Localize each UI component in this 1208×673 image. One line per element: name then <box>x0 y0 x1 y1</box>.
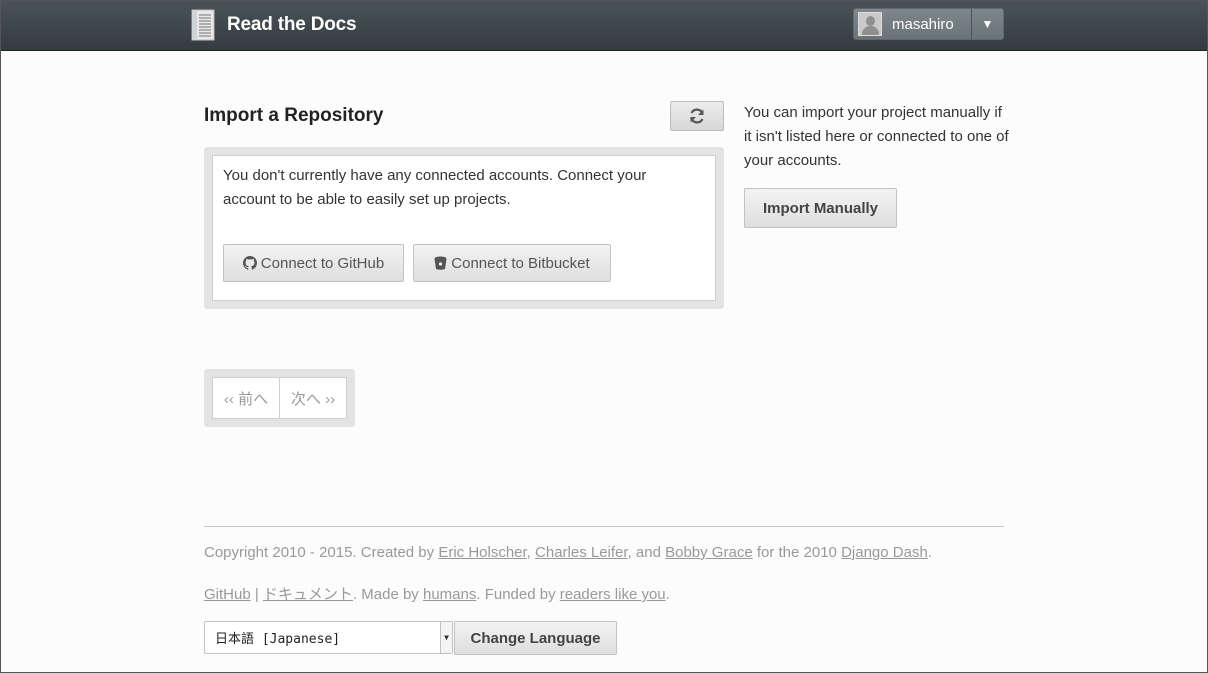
connect-github-button[interactable]: Connect to GitHub <box>223 244 404 282</box>
separator-text: | <box>250 586 263 603</box>
brand-name: Read the Docs <box>227 14 357 35</box>
github-icon <box>242 256 257 270</box>
username: masahiro <box>892 15 954 33</box>
connect-bitbucket-button[interactable]: Connect to Bitbucket <box>413 244 611 282</box>
period-text: . <box>665 586 670 603</box>
change-language-button[interactable]: Change Language <box>454 621 617 655</box>
connect-bitbucket-label: Connect to Bitbucket <box>451 254 590 272</box>
refresh-button[interactable] <box>670 101 724 131</box>
window-frame <box>0 0 1208 673</box>
author-link-charles[interactable]: Charles Leifer <box>535 544 628 561</box>
humans-link[interactable]: humans <box>423 586 476 603</box>
footer-links: GitHub | ドキュメント. Made by humans. Funded … <box>204 583 670 604</box>
page-title: Import a Repository <box>204 105 384 126</box>
bitbucket-icon <box>434 256 447 270</box>
github-link[interactable]: GitHub <box>204 586 251 603</box>
separator-text: , and <box>627 544 666 561</box>
language-selected-value: 日本語 [Japanese] <box>215 632 341 647</box>
django-dash-link[interactable]: Django Dash <box>841 544 928 561</box>
manual-import-help: You can import your project manually if … <box>744 104 1009 169</box>
language-select[interactable]: 日本語 [Japanese] ▼ <box>204 621 453 654</box>
user-menu-button[interactable]: masahiro <box>854 9 972 39</box>
pagination: ‹‹ 前へ 次へ ›› <box>212 377 347 419</box>
readers-link[interactable]: readers like you <box>560 586 666 603</box>
credits-text: for the 2010 <box>752 544 842 561</box>
user-menu[interactable]: masahiro ▼ <box>853 8 1004 40</box>
repository-panel: You don't currently have any connected a… <box>204 147 724 309</box>
copyright-text: Copyright 2010 - 2015. Created by <box>204 544 439 561</box>
pagination-prev[interactable]: ‹‹ 前へ <box>213 378 280 418</box>
no-accounts-message: You don't currently have any connected a… <box>223 167 647 208</box>
book-icon <box>191 9 215 41</box>
repository-box: You don't currently have any connected a… <box>212 155 716 301</box>
author-link-eric[interactable]: Eric Holscher <box>438 544 526 561</box>
site-logo-link[interactable]: Read the Docs <box>190 9 357 41</box>
chevron-down-icon: ▼ <box>440 622 452 653</box>
funded-by-text: . Funded by <box>476 586 560 603</box>
pagination-panel: ‹‹ 前へ 次へ ›› <box>204 369 355 427</box>
connect-github-label: Connect to GitHub <box>260 254 385 272</box>
author-link-bobby[interactable]: Bobby Grace <box>665 544 753 561</box>
footer-credits: Copyright 2010 - 2015. Created by Eric H… <box>204 544 932 561</box>
separator-text: , <box>526 544 536 561</box>
import-manually-button[interactable]: Import Manually <box>744 188 897 228</box>
period-text: . <box>927 544 932 561</box>
made-by-text: . Made by <box>352 586 423 603</box>
user-avatar-icon <box>858 12 882 36</box>
docs-link[interactable]: ドキュメント <box>263 586 353 603</box>
footer-divider <box>204 526 1004 527</box>
pagination-next[interactable]: 次へ ›› <box>280 378 346 418</box>
chevron-down-icon[interactable]: ▼ <box>972 9 1003 39</box>
top-navbar: Read the Docs masahiro ▼ <box>0 0 1208 51</box>
refresh-icon <box>690 108 704 124</box>
